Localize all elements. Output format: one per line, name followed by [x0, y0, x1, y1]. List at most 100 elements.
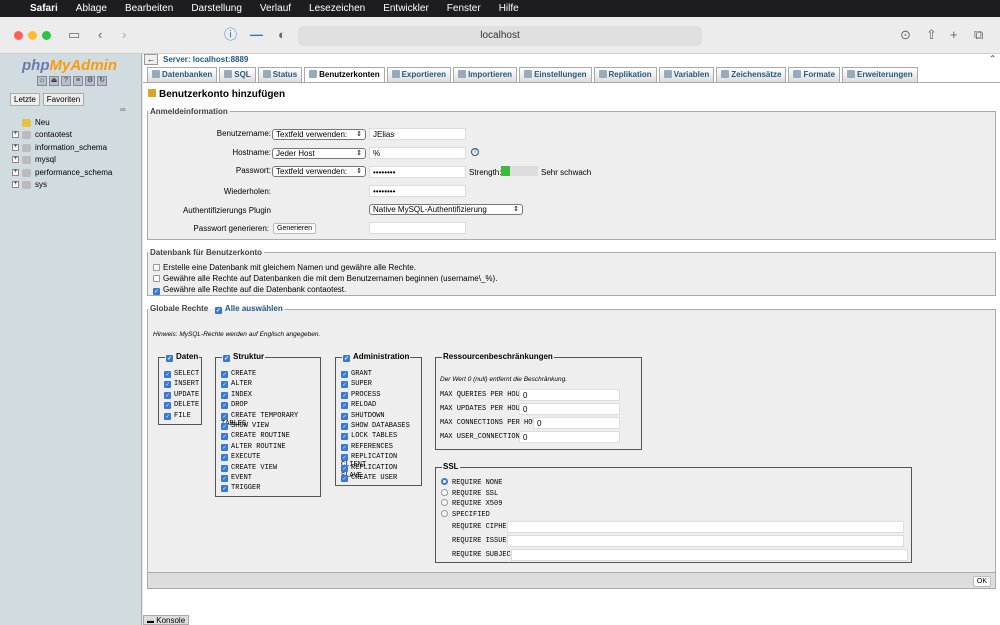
checkbox[interactable]: ✓ — [164, 371, 171, 378]
help-icon[interactable]: ? — [61, 76, 71, 86]
ssl-field-input[interactable] — [507, 521, 904, 533]
menu-item[interactable]: Verlauf — [260, 3, 291, 14]
menu-item[interactable]: Lesezeichen — [309, 3, 365, 14]
auth-plugin-select[interactable]: Native MySQL-Authentifizierung — [369, 204, 523, 215]
privilege-item[interactable]: ✓ SELECT — [164, 370, 199, 378]
tree-item-db[interactable]: + mysql — [12, 155, 56, 164]
checkbox[interactable]: ✓ — [164, 381, 171, 389]
link-icon[interactable]: ∞ — [120, 105, 126, 114]
tab-export[interactable]: Exportieren — [386, 67, 452, 82]
tree-item-db[interactable]: + performance_schema — [12, 168, 112, 177]
privilege-item[interactable]: ✓ ALTER ROUTINE — [221, 443, 286, 451]
checkbox[interactable]: ✓ — [221, 454, 228, 462]
generate-password-button[interactable]: Generieren — [273, 223, 317, 234]
privilege-item[interactable]: ✓ CREATE USER — [341, 474, 397, 482]
checkbox[interactable]: ✓ — [221, 381, 228, 389]
tab-sql[interactable]: SQL — [219, 67, 256, 82]
forward-icon[interactable]: › — [122, 27, 126, 43]
tree-item-new[interactable]: Neu — [22, 118, 50, 127]
checkbox[interactable]: ✓ — [341, 454, 348, 462]
db-option-wildcard[interactable]: Gewähre alle Rechte auf Datenbanken die … — [153, 274, 497, 283]
privilege-item[interactable]: ✓ INDEX — [221, 391, 252, 399]
tab-variables[interactable]: Variablen — [658, 67, 715, 82]
extension-icon[interactable]: — — [250, 27, 263, 43]
menu-app[interactable]: Safari — [30, 3, 58, 14]
close-window-button[interactable] — [14, 31, 23, 40]
privilege-item[interactable]: ✓ SHOW DATABASES — [341, 422, 410, 430]
tab-import[interactable]: Importieren — [453, 67, 518, 82]
checkbox[interactable]: ✓ — [341, 475, 348, 482]
expand-icon[interactable]: + — [12, 181, 19, 188]
privilege-item[interactable]: ✓ DELETE — [164, 401, 199, 410]
privilege-item[interactable]: ✓ RELOAD — [341, 401, 376, 410]
resource-input[interactable]: 0 — [519, 403, 620, 415]
privilege-item[interactable]: ✓ FILE — [164, 412, 191, 420]
privilege-item[interactable]: ✓ LOCK TABLES — [341, 432, 397, 441]
tab-user-accounts[interactable]: Benutzerkonten — [304, 67, 385, 82]
radio-button[interactable] — [441, 488, 448, 496]
privilege-item[interactable]: ✓ SHOW VIEW — [221, 422, 269, 430]
tab-engines[interactable]: Formate — [788, 67, 841, 82]
select-all-label[interactable]: Alle auswählen — [225, 304, 283, 313]
back-icon[interactable]: ‹ — [98, 27, 102, 43]
tab-status[interactable]: Status — [257, 67, 303, 82]
share-icon[interactable]: ⇧ — [926, 27, 937, 43]
privilege-item[interactable]: ✓ CREATE — [221, 370, 256, 378]
checkbox[interactable]: ✓ — [166, 355, 173, 362]
tab-charsets[interactable]: Zeichensätze — [716, 67, 787, 82]
checkbox[interactable] — [153, 264, 160, 271]
checkbox[interactable]: ✓ — [341, 443, 348, 451]
checkbox[interactable]: ✓ — [221, 391, 228, 399]
server-link[interactable]: Server: localhost:8889 — [163, 55, 248, 64]
console-toggle[interactable]: ▬ Konsole — [143, 615, 189, 625]
phpmyadmin-logo[interactable]: phpMyAdmin — [22, 57, 117, 74]
checkbox[interactable]: ✓ — [221, 464, 228, 472]
privilege-item[interactable]: ✓ TRIGGER — [221, 484, 260, 493]
tab-favorites[interactable]: Favoriten — [42, 93, 85, 106]
ssl-option[interactable]: REQUIRE NONE — [441, 478, 502, 487]
checkbox[interactable]: ✓ — [164, 402, 171, 410]
url-bar[interactable]: localhost — [298, 26, 702, 46]
menu-item[interactable]: Darstellung — [191, 3, 242, 14]
checkbox[interactable]: ✓ — [164, 391, 171, 399]
tree-item-db[interactable]: + information_schema — [12, 143, 107, 152]
menu-item[interactable]: Ablage — [76, 3, 107, 14]
checkbox[interactable]: ✓ — [341, 412, 348, 420]
tree-item-db[interactable]: + sys — [12, 180, 47, 189]
tab-replication[interactable]: Replikation — [593, 67, 657, 82]
select-all-checkbox[interactable]: ✓ — [214, 307, 222, 314]
checkbox[interactable]: ✓ — [343, 355, 350, 362]
home-icon[interactable]: ⌂ — [37, 76, 47, 86]
resource-input[interactable]: 0 — [519, 389, 620, 401]
repeat-password-input[interactable]: •••••••• — [369, 185, 466, 197]
collapse-arrow-icon[interactable]: ← — [144, 54, 158, 65]
menu-item[interactable]: Hilfe — [499, 3, 519, 14]
tabs-overview-icon[interactable]: ⧉ — [974, 27, 983, 43]
tree-item-db[interactable]: + contaotest — [12, 130, 72, 139]
tab-plugins[interactable]: Erweiterungen — [842, 67, 918, 82]
radio-button[interactable] — [441, 509, 448, 517]
privilege-item[interactable]: ✓ UPDATE — [164, 391, 199, 399]
hostname-select[interactable]: Jeder Host — [272, 148, 366, 159]
checkbox[interactable]: ✓ — [221, 412, 228, 420]
password-type-select[interactable]: Textfeld verwenden: — [272, 166, 366, 177]
tab-recent[interactable]: Letzte — [10, 93, 40, 106]
checkbox[interactable]: ✓ — [221, 443, 228, 451]
expand-icon[interactable]: + — [12, 144, 19, 151]
checkbox[interactable]: ✓ — [221, 371, 228, 378]
logout-icon[interactable]: ⏏ — [49, 76, 59, 86]
ssl-option[interactable]: REQUIRE X509 — [441, 499, 502, 508]
privilege-item[interactable]: ✓ CREATE ROUTINE — [221, 432, 290, 441]
checkbox[interactable]: ✓ — [341, 464, 348, 472]
privilege-item[interactable]: ✓ CREATE VIEW — [221, 464, 277, 472]
settings-icon[interactable]: ⚙ — [85, 76, 95, 86]
hostname-input[interactable]: % — [369, 147, 466, 159]
tab-databases[interactable]: Datenbanken — [147, 67, 218, 82]
privilege-item[interactable]: ✓ SUPER — [341, 380, 372, 389]
username-input[interactable]: JElias — [369, 128, 466, 140]
reload-icon[interactable]: ↻ — [97, 76, 107, 86]
db-option-create[interactable]: Erstelle eine Datenbank mit gleichem Nam… — [153, 263, 416, 272]
checkbox[interactable]: ✓ — [341, 391, 348, 399]
privilege-item[interactable]: ✓ DROP — [221, 401, 248, 410]
resource-input[interactable]: 0 — [533, 417, 620, 429]
